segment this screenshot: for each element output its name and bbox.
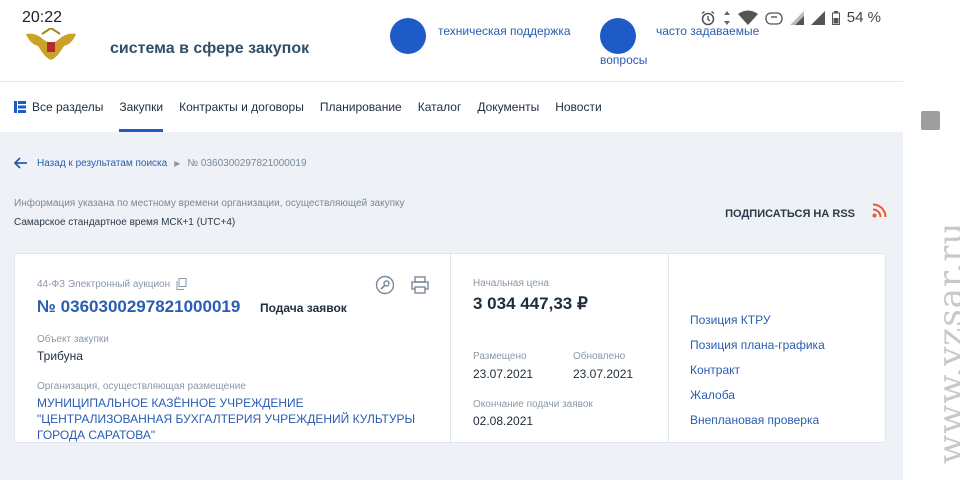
nav-catalog[interactable]: Каталог: [418, 82, 462, 132]
nav-contracts[interactable]: Контракты и договоры: [179, 82, 304, 132]
magnifier-key-icon[interactable]: [375, 275, 395, 295]
main-nav: Все разделы Закупки Контракты и договоры…: [0, 82, 903, 132]
back-to-results-label: Назад к результатам поиска: [37, 157, 168, 169]
watermark-text: www.vzsar.ru: [931, 221, 960, 464]
battery-icon: [831, 10, 840, 25]
breadcrumb-current: № 0360300297821000019: [187, 157, 307, 169]
timezone-info: Информация указана по местному времени о…: [14, 198, 405, 209]
updated-label: Обновлено: [573, 351, 626, 362]
site-header: система в сфере закупок техническая подд…: [0, 18, 903, 82]
nav-purchases[interactable]: Закупки: [119, 82, 163, 132]
updated-date: 23.07.2021: [573, 367, 634, 381]
coat-of-arms-logo[interactable]: [22, 28, 80, 62]
purchase-law-label: 44-ФЗ Электронный аукцион: [37, 278, 171, 290]
purchase-number-link[interactable]: № 0360300297821000019: [37, 297, 240, 317]
nav-planning[interactable]: Планирование: [320, 82, 402, 132]
nav-documents[interactable]: Документы: [477, 82, 539, 132]
deadline-date: 02.08.2021: [473, 414, 534, 428]
unscheduled-check-link[interactable]: Внеплановая проверка: [690, 413, 819, 427]
support-button[interactable]: [390, 18, 426, 54]
grid-icon: [14, 101, 26, 113]
card-divider: [668, 254, 669, 442]
faq-button[interactable]: [600, 18, 636, 54]
nav-all-sections[interactable]: Все разделы: [14, 82, 103, 132]
signal-icon: [789, 10, 804, 25]
card-divider: [450, 254, 451, 442]
contract-link[interactable]: Контракт: [690, 363, 740, 377]
print-icon[interactable]: [410, 275, 430, 295]
faq-link-2[interactable]: вопросы: [600, 53, 647, 67]
complaint-link[interactable]: Жалоба: [690, 388, 735, 402]
deadline-label: Окончание подачи заявок: [473, 399, 593, 410]
rss-subscribe-link[interactable]: ПОДПИСАТЬСЯ НА RSS: [725, 208, 855, 220]
ktru-position-link[interactable]: Позиция КТРУ: [690, 313, 770, 327]
data-arrows-icon: [723, 10, 731, 25]
purchase-card: 44-ФЗ Электронный аукцион № 036030029782…: [14, 253, 886, 443]
organization-link[interactable]: МУНИЦИПАЛЬНОЕ КАЗЁННОЕ УЧРЕЖДЕНИЕ "ЦЕНТР…: [37, 395, 437, 443]
site-title: система в сфере закупок: [110, 40, 310, 57]
organization-label: Организация, осуществляющая размещение: [37, 381, 246, 392]
battery-percent: 54 %: [846, 9, 881, 26]
purchase-law-type: 44-ФЗ Электронный аукцион: [37, 278, 187, 290]
faq-link[interactable]: часто задаваемые: [656, 24, 759, 38]
placed-label: Размещено: [473, 351, 527, 362]
placed-date: 23.07.2021: [473, 367, 534, 381]
initial-price: 3 034 447,33 ₽: [473, 294, 588, 313]
status-time: 20:22: [22, 9, 63, 26]
browser-viewport: 20:22 54 % система в сфере закупок техни…: [0, 0, 903, 480]
signal-icon-2: [810, 10, 825, 25]
nav-news[interactable]: Новости: [555, 82, 601, 132]
object-label: Объект закупки: [37, 334, 109, 345]
nav-all-sections-label: Все разделы: [32, 100, 104, 114]
breadcrumb-separator-icon: ▶: [174, 158, 181, 168]
copy-icon[interactable]: [176, 278, 187, 290]
arrow-left-icon: [14, 157, 27, 169]
plan-schedule-link[interactable]: Позиция плана-графика: [690, 338, 825, 352]
object-value: Трибуна: [37, 349, 83, 363]
volte-icon: [765, 10, 783, 26]
back-to-results-link[interactable]: Назад к результатам поиска: [14, 157, 167, 169]
support-link[interactable]: техническая поддержка: [438, 24, 571, 38]
rss-icon[interactable]: [872, 203, 887, 218]
timezone-value: Самарское стандартное время МСК+1 (UTC+4…: [14, 217, 236, 228]
purchase-stage: Подача заявок: [260, 301, 347, 315]
scroll-square-icon: [921, 111, 940, 130]
breadcrumb: Назад к результатам поиска ▶ № 036030029…: [14, 157, 307, 169]
price-label: Начальная цена: [473, 278, 549, 289]
